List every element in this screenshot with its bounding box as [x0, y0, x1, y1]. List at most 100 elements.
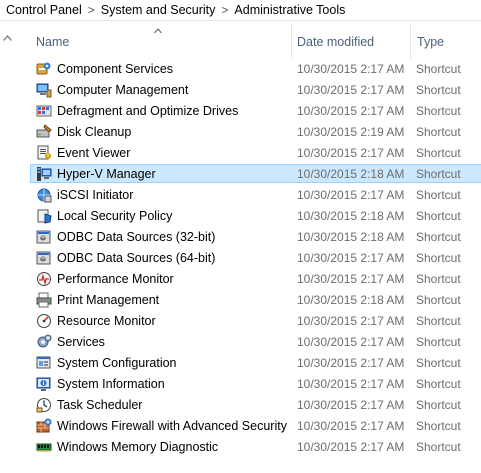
sort-ascending-icon	[154, 23, 162, 34]
file-row[interactable]: Computer Management 10/30/2015 2:17 AM Sho…	[30, 80, 481, 100]
file-name: ODBC Data Sources (64-bit)	[57, 251, 216, 265]
file-name: Event Viewer	[57, 146, 131, 160]
file-date-modified: 10/30/2015 2:17 AM	[297, 146, 405, 160]
file-row[interactable]: Windows Firewall with Advanced Security 1…	[30, 416, 481, 436]
file-name: Windows Memory Diagnostic	[57, 440, 219, 454]
file-name: Hyper-V Manager	[57, 167, 156, 181]
memory-diagnostic-icon	[36, 439, 52, 455]
file-type: Shortcut	[416, 314, 461, 328]
file-type: Shortcut	[416, 419, 461, 433]
file-date-modified: 10/30/2015 2:18 AM	[297, 230, 405, 244]
navigation-pane-edge	[0, 21, 30, 473]
file-row[interactable]: Services 10/30/2015 2:17 AM Shortcut	[30, 332, 481, 352]
column-header-type[interactable]: Type	[417, 35, 444, 49]
column-header-name[interactable]: Name	[36, 35, 69, 49]
system-information-icon	[36, 376, 52, 392]
file-name: Resource Monitor	[57, 314, 156, 328]
file-name: Local Security Policy	[57, 209, 173, 223]
chevron-right-icon[interactable]: >	[82, 3, 101, 17]
breadcrumb: Control Panel > System and Security > Ad…	[0, 0, 481, 20]
file-date-modified: 10/30/2015 2:17 AM	[297, 104, 405, 118]
file-name: Print Management	[57, 293, 160, 307]
column-divider[interactable]	[291, 25, 292, 59]
file-date-modified: 10/30/2015 2:18 AM	[297, 293, 405, 307]
event-viewer-icon	[36, 145, 52, 161]
scroll-up-arrow-icon[interactable]	[3, 33, 12, 43]
security-policy-icon	[36, 208, 52, 224]
file-type: Shortcut	[416, 251, 461, 265]
file-row[interactable]: Print Management 10/30/2015 2:18 AM Shortc…	[30, 290, 481, 310]
file-type: Shortcut	[416, 167, 461, 181]
print-management-icon	[36, 292, 52, 308]
chevron-right-icon[interactable]: >	[215, 3, 234, 17]
file-date-modified: 10/30/2015 2:17 AM	[297, 62, 405, 76]
odbc-icon	[36, 250, 52, 266]
services-icon	[36, 334, 52, 350]
file-name: System Configuration	[57, 356, 177, 370]
file-type: Shortcut	[416, 440, 461, 454]
disk-cleanup-icon	[36, 124, 52, 140]
odbc-icon	[36, 229, 52, 245]
performance-monitor-icon	[36, 271, 52, 287]
file-row[interactable]: ODBC Data Sources (64-bit) 10/30/2015 2:1…	[30, 248, 481, 268]
defragment-icon	[36, 103, 52, 119]
file-type: Shortcut	[416, 146, 461, 160]
file-row[interactable]: Disk Cleanup 10/30/2015 2:19 AM Shortcut	[30, 122, 481, 142]
file-date-modified: 10/30/2015 2:17 AM	[297, 356, 405, 370]
file-row[interactable]: System Configuration 10/30/2015 2:17 AM Sh…	[30, 353, 481, 373]
component-services-icon	[36, 61, 52, 77]
breadcrumb-administrative-tools[interactable]: Administrative Tools	[234, 3, 345, 17]
file-date-modified: 10/30/2015 2:17 AM	[297, 251, 405, 265]
file-row[interactable]: Local Security Policy 10/30/2015 2:18 AM S…	[30, 206, 481, 226]
system-configuration-icon	[36, 355, 52, 371]
file-row[interactable]: iSCSI Initiator 10/30/2015 2:17 AM Shortcu…	[30, 185, 481, 205]
computer-management-icon	[36, 82, 52, 98]
hyper-v-icon	[36, 166, 52, 182]
file-name: iSCSI Initiator	[57, 188, 134, 202]
resource-monitor-icon	[36, 313, 52, 329]
file-type: Shortcut	[416, 272, 461, 286]
column-header-row: Name Date modified Type	[30, 21, 481, 59]
file-type: Shortcut	[416, 377, 461, 391]
task-scheduler-icon	[36, 397, 52, 413]
file-date-modified: 10/30/2015 2:17 AM	[297, 314, 405, 328]
file-row[interactable]: System Information 10/30/2015 2:17 AM Shor…	[30, 374, 481, 394]
breadcrumb-control-panel[interactable]: Control Panel	[0, 3, 82, 17]
file-name: System Information	[57, 377, 165, 391]
file-row[interactable]: Defragment and Optimize Drives 10/30/2015…	[30, 101, 481, 121]
file-name: Disk Cleanup	[57, 125, 132, 139]
file-type: Shortcut	[416, 230, 461, 244]
file-date-modified: 10/30/2015 2:17 AM	[297, 398, 405, 412]
file-type: Shortcut	[416, 188, 461, 202]
file-row[interactable]: Windows Memory Diagnostic 10/30/2015 2:17…	[30, 437, 481, 457]
file-name: ODBC Data Sources (32-bit)	[57, 230, 216, 244]
file-type: Shortcut	[416, 209, 461, 223]
file-type: Shortcut	[416, 398, 461, 412]
file-date-modified: 10/30/2015 2:17 AM	[297, 335, 405, 349]
file-row[interactable]: Event Viewer 10/30/2015 2:17 AM Shortcut	[30, 143, 481, 163]
file-name: Defragment and Optimize Drives	[57, 104, 239, 118]
file-date-modified: 10/30/2015 2:17 AM	[297, 440, 405, 454]
breadcrumb-system-and-security[interactable]: System and Security	[101, 3, 216, 17]
file-name: Services	[57, 335, 105, 349]
file-row[interactable]: Performance Monitor 10/30/2015 2:17 AM Sho…	[30, 269, 481, 289]
file-name: Performance Monitor	[57, 272, 174, 286]
file-type: Shortcut	[416, 335, 461, 349]
file-type: Shortcut	[416, 293, 461, 307]
file-row[interactable]: ODBC Data Sources (32-bit) 10/30/2015 2:1…	[30, 227, 481, 247]
file-date-modified: 10/30/2015 2:19 AM	[297, 125, 405, 139]
firewall-icon	[36, 418, 52, 434]
file-date-modified: 10/30/2015 2:18 AM	[297, 167, 405, 181]
file-row[interactable]: Component Services 10/30/2015 2:17 AM Shor…	[30, 59, 481, 79]
column-divider[interactable]	[410, 25, 411, 59]
file-type: Shortcut	[416, 83, 461, 97]
file-date-modified: 10/30/2015 2:17 AM	[297, 83, 405, 97]
file-name: Task Scheduler	[57, 398, 143, 412]
file-row[interactable]: Hyper-V Manager 10/30/2015 2:18 AM Shortcu…	[30, 164, 481, 183]
column-header-date-modified[interactable]: Date modified	[297, 35, 374, 49]
iscsi-icon	[36, 187, 52, 203]
file-date-modified: 10/30/2015 2:17 AM	[297, 188, 405, 202]
file-row[interactable]: Task Scheduler 10/30/2015 2:17 AM Shortcut	[30, 395, 481, 415]
file-date-modified: 10/30/2015 2:17 AM	[297, 377, 405, 391]
file-row[interactable]: Resource Monitor 10/30/2015 2:17 AM Shortc…	[30, 311, 481, 331]
